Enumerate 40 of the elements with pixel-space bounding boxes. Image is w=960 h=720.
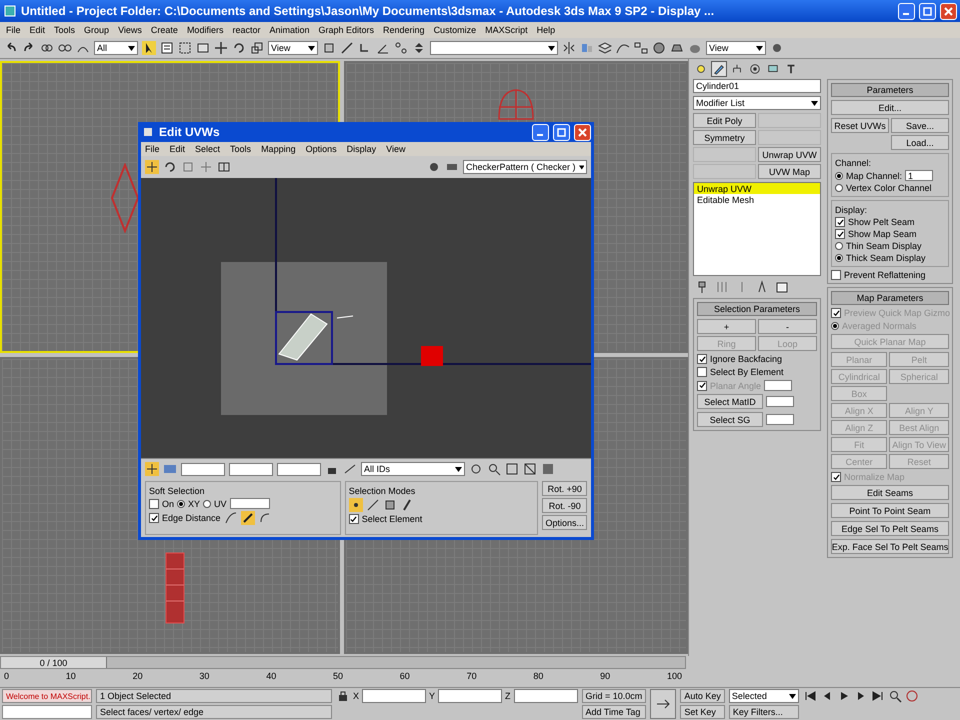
option-label: UV	[214, 498, 227, 508]
option-label: Normalize Map	[844, 472, 905, 482]
window-title: Edit UVWs	[159, 125, 221, 139]
option-label: Show Map Seam	[848, 229, 917, 239]
option-label: Select Element	[362, 514, 422, 524]
selection-status: 1 Object Selected	[96, 689, 332, 703]
frame-tick-label: 100	[666, 671, 682, 681]
frame-tick-label: 30	[199, 671, 210, 681]
option-label: Vertex Color Channel	[846, 183, 932, 193]
frame-tick-label: 90	[600, 671, 610, 681]
option-label: Map Channel:	[846, 170, 902, 180]
option-label: Ignore Backfacing	[710, 354, 782, 364]
frame-tick-label: 50	[332, 671, 343, 681]
frame-tick-label: 70	[466, 671, 477, 681]
grid-display: Grid = 10.0cm	[582, 689, 646, 703]
option-label: Planar Angle	[710, 380, 762, 390]
frame-tick-label: 0	[4, 671, 10, 681]
frame-tick-label: 60	[400, 671, 410, 681]
frame-tick-label: 80	[533, 671, 544, 681]
axis-label: X	[353, 691, 360, 701]
option-label: Thin Seam Display	[846, 241, 922, 251]
frame-tick-label: 10	[66, 671, 76, 681]
frame-tick-label: 40	[266, 671, 276, 681]
option-label: Show Pelt Seam	[848, 217, 915, 227]
group-label: Selection Modes	[348, 486, 416, 496]
window-title: Untitled - Project Folder: C:\Documents and Settings\Jason\My Documents\3dsmax - Autodesk 3ds Max 9 SP2 - Display ...	[21, 4, 716, 18]
option-label: Select By Element	[710, 367, 784, 377]
option-label: Edge Distance	[162, 513, 221, 523]
option-label: Prevent Reflattening	[844, 270, 926, 280]
frame-tick-label: 20	[132, 671, 143, 681]
option-label: Averaged Normals	[842, 321, 916, 331]
axis-label: Y	[429, 691, 436, 701]
axis-label: Z	[505, 691, 511, 701]
group-label: Channel:	[835, 158, 872, 168]
option-label: XY	[188, 498, 200, 508]
option-label: On	[162, 498, 174, 508]
option-label: Thick Seam Display	[846, 253, 926, 263]
option-label: Preview Quick Map Gizmo	[844, 308, 950, 318]
group-label: Soft Selection	[149, 486, 206, 496]
group-label: Display:	[835, 205, 868, 215]
